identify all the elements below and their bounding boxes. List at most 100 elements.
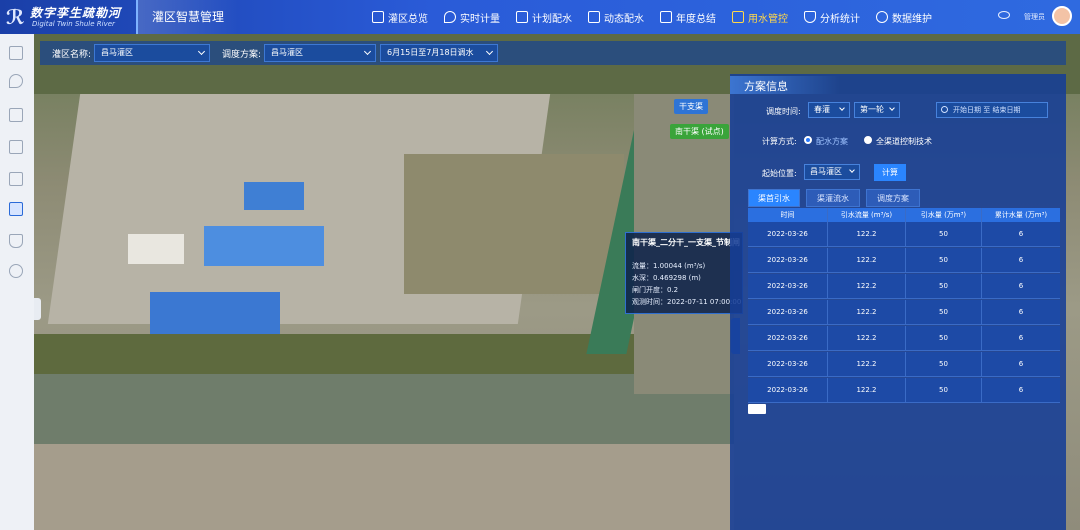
doc-icon[interactable] xyxy=(9,140,23,154)
logo-icon: ℛ xyxy=(6,5,25,29)
table-cell: 6 xyxy=(1018,230,1024,238)
gear-icon[interactable] xyxy=(9,264,23,278)
pagination-button[interactable] xyxy=(748,404,766,414)
season-select[interactable]: 春灌 xyxy=(808,102,850,118)
table-cell: 6 xyxy=(1018,256,1024,264)
district-select[interactable]: 昌马灌区 xyxy=(94,44,210,62)
nav-item-annual[interactable]: 年度总结 xyxy=(652,0,724,34)
hand-water-icon[interactable] xyxy=(9,202,23,216)
tab-schedule[interactable]: 调度方案 xyxy=(866,189,920,207)
map-building xyxy=(150,292,280,338)
plan-select-value: 昌马灌区 xyxy=(271,48,303,57)
clock-icon xyxy=(941,106,948,113)
calendar-icon xyxy=(516,11,528,23)
hand-water-icon xyxy=(732,11,744,23)
table-cell: 2022-03-26 xyxy=(748,378,828,402)
round-value: 第一轮 xyxy=(860,105,884,114)
table-header: 时间 引水流量 (m³/s) 引水量 (万m³) 累计水量 (万m³) xyxy=(748,208,1060,222)
side-rail xyxy=(0,34,34,530)
map-field xyxy=(34,374,734,444)
report-icon xyxy=(660,11,672,23)
table-cell: 50 xyxy=(906,378,982,402)
method-option-2[interactable]: 全渠道控制技术 xyxy=(876,136,932,147)
map-tag-ganzhi[interactable]: 干支渠 xyxy=(674,99,708,114)
start-date: 开始日期 xyxy=(953,106,981,114)
drop-icon[interactable] xyxy=(9,74,23,88)
table-row[interactable]: 2022-03-26 122.2 50 6 xyxy=(748,248,1060,273)
method-radio-1[interactable] xyxy=(804,136,812,144)
table-cell: 122.2 xyxy=(828,222,906,246)
calendar-icon[interactable] xyxy=(9,108,23,122)
popup-time: 观测时间：2022-07-11 07:00:00 xyxy=(632,298,742,306)
table-cell: 6 xyxy=(1018,360,1024,368)
table-cell: 2022-03-26 xyxy=(748,300,828,324)
nav-item-plan[interactable]: 计划配水 xyxy=(508,0,580,34)
table-row[interactable]: 2022-03-26 122.2 50 6 xyxy=(748,326,1060,351)
shield-icon xyxy=(804,11,816,23)
table-row[interactable]: 2022-03-26 122.2 50 6 xyxy=(748,300,1060,325)
user-name[interactable]: 管理员 xyxy=(1024,12,1045,22)
eye-icon[interactable] xyxy=(998,11,1010,19)
gear-icon xyxy=(876,11,888,23)
method-option-1[interactable]: 配水方案 xyxy=(816,136,848,147)
nav-label: 动态配水 xyxy=(604,13,644,25)
period-select-value: 6月15日至7月18日调水 xyxy=(387,48,474,57)
chevron-down-icon xyxy=(889,105,895,111)
main-nav: 灌区总览 实时计量 计划配水 动态配水 年度总结 用水管控 分析统计 数据维护 xyxy=(364,0,940,34)
table-cell: 50 xyxy=(906,222,982,246)
map-building xyxy=(128,234,184,264)
nav-label: 数据维护 xyxy=(892,13,932,25)
nav-item-dynamic[interactable]: 动态配水 xyxy=(580,0,652,34)
table-cell: 2022-03-26 xyxy=(748,222,828,246)
table-cell: 50 xyxy=(906,326,982,350)
rail-toggle[interactable] xyxy=(34,298,41,320)
logo-subtitle: Digital Twin Shule River xyxy=(32,20,115,28)
table-row[interactable]: 2022-03-26 122.2 50 6 xyxy=(748,378,1060,403)
report-icon[interactable] xyxy=(9,172,23,186)
map-field xyxy=(404,154,624,294)
table-row[interactable]: 2022-03-26 122.2 50 6 xyxy=(748,352,1060,377)
end-date: 结束日期 xyxy=(992,106,1021,114)
table-cell: 6 xyxy=(1018,334,1024,342)
avatar[interactable] xyxy=(1052,6,1072,26)
panel-title: 方案信息 xyxy=(744,80,788,93)
popup-depth: 水深：0.469298 (m) xyxy=(632,274,701,282)
period-select[interactable]: 6月15日至7月18日调水 xyxy=(380,44,498,62)
table-row[interactable]: 2022-03-26 122.2 50 6 xyxy=(748,274,1060,299)
app-logo: ℛ 数字孪生疏勒河 Digital Twin Shule River xyxy=(6,3,134,31)
nav-item-realtime[interactable]: 实时计量 xyxy=(436,0,508,34)
nav-item-data[interactable]: 数据维护 xyxy=(868,0,940,34)
nav-item-overview[interactable]: 灌区总览 xyxy=(364,0,436,34)
filter-bar: 灌区名称: 昌马灌区 调度方案: 昌马灌区 6月15日至7月18日调水 xyxy=(40,41,1066,65)
col-header: 时间 xyxy=(748,208,828,222)
chevron-down-icon xyxy=(485,47,494,56)
table-cell: 122.2 xyxy=(828,248,906,272)
round-select[interactable]: 第一轮 xyxy=(854,102,900,118)
tab-intake[interactable]: 渠首引水 xyxy=(748,189,800,207)
calculate-button[interactable]: 计算 xyxy=(874,164,906,181)
table-cell: 6 xyxy=(1018,308,1024,316)
method-radio-2[interactable] xyxy=(864,136,872,144)
shield-icon[interactable] xyxy=(9,234,23,248)
grid-icon xyxy=(372,11,384,23)
plan-label: 调度方案: xyxy=(222,50,262,60)
grid-icon[interactable] xyxy=(9,46,23,60)
table-cell: 122.2 xyxy=(828,378,906,402)
table-cell: 2022-03-26 xyxy=(748,274,828,298)
nav-item-water-control[interactable]: 用水管控 xyxy=(724,0,796,34)
district-label: 灌区名称: xyxy=(52,50,92,60)
tab-flow[interactable]: 渠灌流水 xyxy=(806,189,860,207)
nav-item-statistics[interactable]: 分析统计 xyxy=(796,0,868,34)
method-label: 计算方式: xyxy=(762,137,797,146)
season-value: 春灌 xyxy=(814,105,830,114)
date-range-picker[interactable]: 开始日期 至 结束日期 xyxy=(936,102,1048,118)
table-cell: 6 xyxy=(1018,282,1024,290)
map-tag-nanganqu[interactable]: 南干渠 (试点) xyxy=(670,124,729,139)
table-cell: 2022-03-26 xyxy=(748,248,828,272)
start-pos-select[interactable]: 昌马灌区 xyxy=(804,164,860,180)
top-header: ℛ 数字孪生疏勒河 Digital Twin Shule River 灌区智慧管… xyxy=(0,0,1080,34)
district-select-value: 昌马灌区 xyxy=(101,48,133,57)
table-row[interactable]: 2022-03-26 122.2 50 6 xyxy=(748,222,1060,247)
plan-select[interactable]: 昌马灌区 xyxy=(264,44,376,62)
table-cell: 122.2 xyxy=(828,326,906,350)
